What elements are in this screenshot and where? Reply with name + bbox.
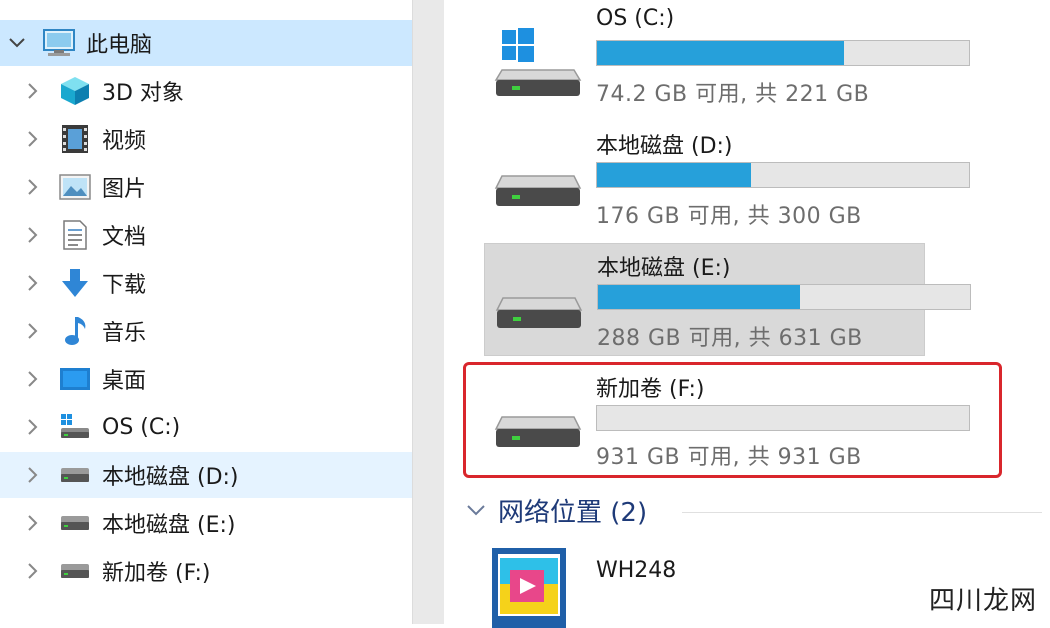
content-pane: OS (C:) 74.2 GB 可用, 共 221 GB 本地磁盘 (D:) 1… xyxy=(444,0,1050,628)
document-icon xyxy=(58,218,92,252)
capacity-bar xyxy=(596,405,970,431)
nav-item-pictures[interactable]: 图片 xyxy=(0,164,412,210)
drive-tile-os-c[interactable]: OS (C:) 74.2 GB 可用, 共 221 GB xyxy=(484,0,970,113)
chevron-right-icon[interactable] xyxy=(16,164,50,210)
capacity-bar xyxy=(596,162,970,188)
chevron-right-icon[interactable] xyxy=(16,452,50,498)
drive-name: 本地磁盘 (E:) xyxy=(597,256,731,281)
network-section-header[interactable]: 网络位置 (2) xyxy=(466,488,647,532)
desktop-icon xyxy=(58,362,92,396)
nav-item-videos[interactable]: 视频 xyxy=(0,116,412,162)
capacity-bar xyxy=(596,40,970,66)
nav-item-label: 音乐 xyxy=(102,321,147,346)
nav-item-music[interactable]: 音乐 xyxy=(0,308,412,354)
drive-icon xyxy=(494,416,582,447)
drive-icon xyxy=(494,175,582,206)
nav-item-label: 本地磁盘 (D:) xyxy=(102,465,239,490)
nav-item-label: 本地磁盘 (E:) xyxy=(102,513,236,538)
pane-splitter[interactable] xyxy=(412,0,445,624)
drive-icon xyxy=(58,554,92,588)
chevron-right-icon[interactable] xyxy=(16,500,50,546)
drive-tile-local-disk-e[interactable]: 本地磁盘 (E:) 288 GB 可用, 共 631 GB xyxy=(484,243,971,356)
network-item-label: WH248 xyxy=(596,558,677,583)
chevron-right-icon[interactable] xyxy=(16,260,50,306)
media-server-icon xyxy=(492,548,566,628)
chevron-down-icon[interactable] xyxy=(466,503,486,517)
nav-item-3d-objects[interactable]: 3D 对象 xyxy=(0,68,412,114)
nav-item-label: 下载 xyxy=(102,273,147,298)
nav-item-local-disk-d[interactable]: 本地磁盘 (D:) xyxy=(0,452,412,498)
chevron-right-icon[interactable] xyxy=(16,308,50,354)
drive-space-info: 931 GB 可用, 共 931 GB xyxy=(596,445,862,470)
nav-item-local-disk-e[interactable]: 本地磁盘 (E:) xyxy=(0,500,412,546)
capacity-bar-fill xyxy=(597,163,751,187)
capacity-bar xyxy=(597,284,971,310)
capacity-bar-fill xyxy=(598,285,801,309)
3d-objects-icon xyxy=(58,74,92,108)
nav-item-this-pc[interactable]: 此电脑 xyxy=(0,20,412,66)
drive-tile-new-volume-f[interactable]: 新加卷 (F:) 931 GB 可用, 共 931 GB xyxy=(463,362,1002,478)
network-item-wh248[interactable]: WH248 xyxy=(488,540,788,628)
nav-item-new-volume-f[interactable]: 新加卷 (F:) xyxy=(0,548,412,594)
chevron-right-icon[interactable] xyxy=(16,356,50,402)
nav-item-label: 桌面 xyxy=(102,369,147,394)
nav-item-documents[interactable]: 文档 xyxy=(0,212,412,258)
site-watermark: 四川龙网 xyxy=(918,576,1048,620)
system-drive-icon xyxy=(58,410,92,444)
capacity-bar-fill xyxy=(597,41,844,65)
nav-item-label: 视频 xyxy=(102,129,147,154)
chevron-right-icon[interactable] xyxy=(16,212,50,258)
chevron-right-icon[interactable] xyxy=(16,548,50,594)
drive-name: OS (C:) xyxy=(596,6,675,31)
nav-item-label: 3D 对象 xyxy=(102,81,184,106)
section-title: 网络位置 (2) xyxy=(498,497,648,528)
system-drive-icon xyxy=(494,28,582,96)
drive-space-info: 74.2 GB 可用, 共 221 GB xyxy=(596,82,870,107)
chevron-right-icon[interactable] xyxy=(16,116,50,162)
navigation-pane: 此电脑 3D 对象 视频 图片 文档 下载 音乐 桌面 OS (C:) 本地磁盘… xyxy=(0,0,412,624)
nav-item-label: 此电脑 xyxy=(86,33,153,58)
nav-item-downloads[interactable]: 下载 xyxy=(0,260,412,306)
nav-item-label: 图片 xyxy=(102,177,147,202)
chevron-right-icon[interactable] xyxy=(16,404,50,450)
nav-item-desktop[interactable]: 桌面 xyxy=(0,356,412,402)
nav-item-label: 文档 xyxy=(102,225,147,250)
chevron-down-icon[interactable] xyxy=(0,20,34,66)
drive-name: 新加卷 (F:) xyxy=(596,377,705,402)
drive-icon xyxy=(58,506,92,540)
video-icon xyxy=(58,122,92,156)
drive-space-info: 288 GB 可用, 共 631 GB xyxy=(597,326,863,351)
chevron-right-icon[interactable] xyxy=(16,68,50,114)
drive-icon xyxy=(495,297,583,328)
drive-space-info: 176 GB 可用, 共 300 GB xyxy=(596,204,862,229)
download-icon xyxy=(58,266,92,300)
section-divider xyxy=(682,512,1042,513)
computer-icon xyxy=(42,26,76,60)
drive-icon xyxy=(58,458,92,492)
nav-item-label: OS (C:) xyxy=(102,414,181,440)
drive-tile-local-disk-d[interactable]: 本地磁盘 (D:) 176 GB 可用, 共 300 GB xyxy=(484,122,970,235)
drive-name: 本地磁盘 (D:) xyxy=(596,134,733,159)
picture-icon xyxy=(58,170,92,204)
nav-item-label: 新加卷 (F:) xyxy=(102,561,211,586)
nav-item-os-c[interactable]: OS (C:) xyxy=(0,404,412,450)
music-note-icon xyxy=(58,314,92,348)
